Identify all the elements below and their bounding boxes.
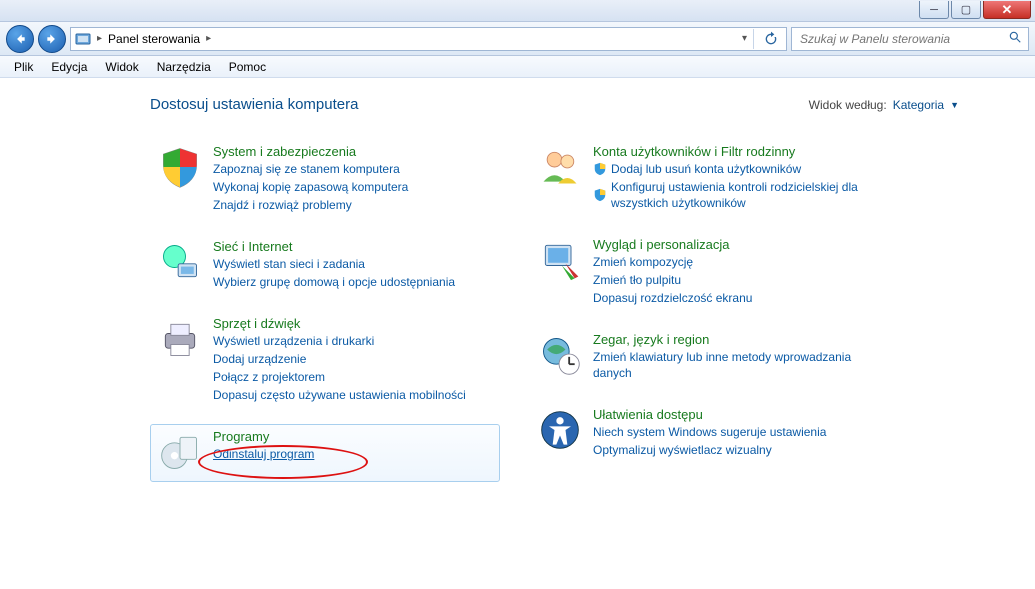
link-add-device[interactable]: Dodaj urządzenie [213,351,466,367]
category-network[interactable]: Sieć i Internet Wyświetl stan sieci i za… [150,234,500,297]
globe-network-icon [157,239,203,285]
search-input[interactable] [798,31,1002,47]
breadcrumb-root[interactable]: Panel sterowania [108,32,200,46]
category-title[interactable]: Sieć i Internet [213,239,455,254]
menu-help[interactable]: Pomoc [221,58,274,76]
shield-icon [157,144,203,190]
maximize-button[interactable]: ▢ [951,1,981,19]
back-button[interactable] [6,25,34,53]
content-header: Dostosuj ustawienia komputera Widok wedł… [150,96,999,113]
content-area: Dostosuj ustawienia komputera Widok wedł… [0,78,1035,589]
category-title[interactable]: Zegar, język i region [593,332,873,347]
category-programs[interactable]: Programy Odinstaluj program [150,424,500,482]
menu-edit[interactable]: Edycja [43,58,95,76]
category-title[interactable]: Wygląd i personalizacja [593,237,752,252]
category-columns: System i zabezpieczenia Zapoznaj się ze … [150,139,999,482]
link-uninstall-program[interactable]: Odinstaluj program [213,446,314,462]
link-parental-controls[interactable]: Konfiguruj ustawienia kontroli rodziciel… [593,179,873,211]
control-panel-window: ─ ▢ ✕ ▸ Panel sterowania ▸ ▾ [0,0,1035,589]
link-devices-printers[interactable]: Wyświetl urządzenia i drukarki [213,333,466,349]
chevron-down-icon: ▼ [950,100,959,110]
link-network-status[interactable]: Wyświetl stan sieci i zadania [213,256,455,272]
category-title[interactable]: System i zabezpieczenia [213,144,408,159]
category-title[interactable]: Programy [213,429,314,444]
printer-icon [157,316,203,362]
chevron-right-icon: ▸ [206,33,211,44]
search-box[interactable] [791,27,1029,51]
link-change-keyboard[interactable]: Zmień klawiatury lub inne metody wprowad… [593,349,873,381]
link-projector[interactable]: Połącz z projektorem [213,369,466,385]
link-suggest-settings[interactable]: Niech system Windows sugeruje ustawienia [593,424,826,440]
menu-file[interactable]: Plik [6,58,41,76]
menu-tools[interactable]: Narzędzia [149,58,219,76]
uac-shield-icon [593,162,607,176]
link-optimize-display[interactable]: Optymalizuj wyświetlacz wizualny [593,442,826,458]
link-add-remove-accounts[interactable]: Dodaj lub usuń konta użytkowników [593,161,873,177]
link-backup[interactable]: Wykonaj kopię zapasową komputera [213,179,408,195]
link-text: Dodaj lub usuń konta użytkowników [611,161,801,177]
category-clock-language-region[interactable]: Zegar, język i region Zmień klawiatury l… [530,327,880,388]
category-hardware-sound[interactable]: Sprzęt i dźwięk Wyświetl urządzenia i dr… [150,311,500,410]
chevron-right-icon: ▸ [97,33,102,44]
link-homegroup[interactable]: Wybierz grupę domową i opcje udostępnian… [213,274,455,290]
link-review-status[interactable]: Zapoznaj się ze stanem komputera [213,161,408,177]
category-title[interactable]: Sprzęt i dźwięk [213,316,466,331]
separator [753,29,754,49]
address-bar[interactable]: ▸ Panel sterowania ▸ ▾ [70,27,787,51]
link-troubleshoot[interactable]: Znajdź i rozwiąż problemy [213,197,408,213]
link-resolution[interactable]: Dopasuj rozdzielczość ekranu [593,290,752,306]
column-left: System i zabezpieczenia Zapoznaj się ze … [150,139,500,482]
appearance-icon [537,237,583,283]
page-title: Dostosuj ustawienia komputera [150,96,358,113]
ease-of-access-icon [537,407,583,453]
menu-view[interactable]: Widok [97,58,146,76]
category-appearance[interactable]: Wygląd i personalizacja Zmień kompozycję… [530,232,880,313]
link-text: Konfiguruj ustawienia kontroli rodziciel… [611,179,873,211]
titlebar: ─ ▢ ✕ [0,0,1035,22]
clock-globe-icon [537,332,583,378]
minimize-button[interactable]: ─ [919,1,949,19]
link-change-wallpaper[interactable]: Zmień tło pulpitu [593,272,752,288]
category-ease-of-access[interactable]: Ułatwienia dostępu Niech system Windows … [530,402,880,465]
search-icon[interactable] [1008,30,1022,47]
category-title[interactable]: Ułatwienia dostępu [593,407,826,422]
programs-icon [157,429,203,475]
view-by-value: Kategoria [893,98,944,112]
category-title[interactable]: Konta użytkowników i Filtr rodzinny [593,144,873,159]
nav-toolbar: ▸ Panel sterowania ▸ ▾ [0,22,1035,56]
link-change-theme[interactable]: Zmień kompozycję [593,254,752,270]
refresh-button[interactable] [760,28,782,50]
category-system-security[interactable]: System i zabezpieczenia Zapoznaj się ze … [150,139,500,220]
close-button[interactable]: ✕ [983,1,1031,19]
uac-shield-icon [593,188,607,202]
address-dropdown-icon[interactable]: ▾ [742,33,747,44]
link-mobility[interactable]: Dopasuj często używane ustawienia mobiln… [213,387,466,403]
users-icon [537,144,583,190]
menu-bar: Plik Edycja Widok Narzędzia Pomoc [0,56,1035,78]
view-by-selector[interactable]: Widok według: Kategoria ▼ [809,98,959,112]
control-panel-icon [75,31,91,47]
forward-button[interactable] [38,25,66,53]
window-controls: ─ ▢ ✕ [919,1,1031,19]
view-by-label: Widok według: [809,98,887,112]
category-user-accounts[interactable]: Konta użytkowników i Filtr rodzinny Doda… [530,139,880,218]
column-right: Konta użytkowników i Filtr rodzinny Doda… [530,139,880,482]
